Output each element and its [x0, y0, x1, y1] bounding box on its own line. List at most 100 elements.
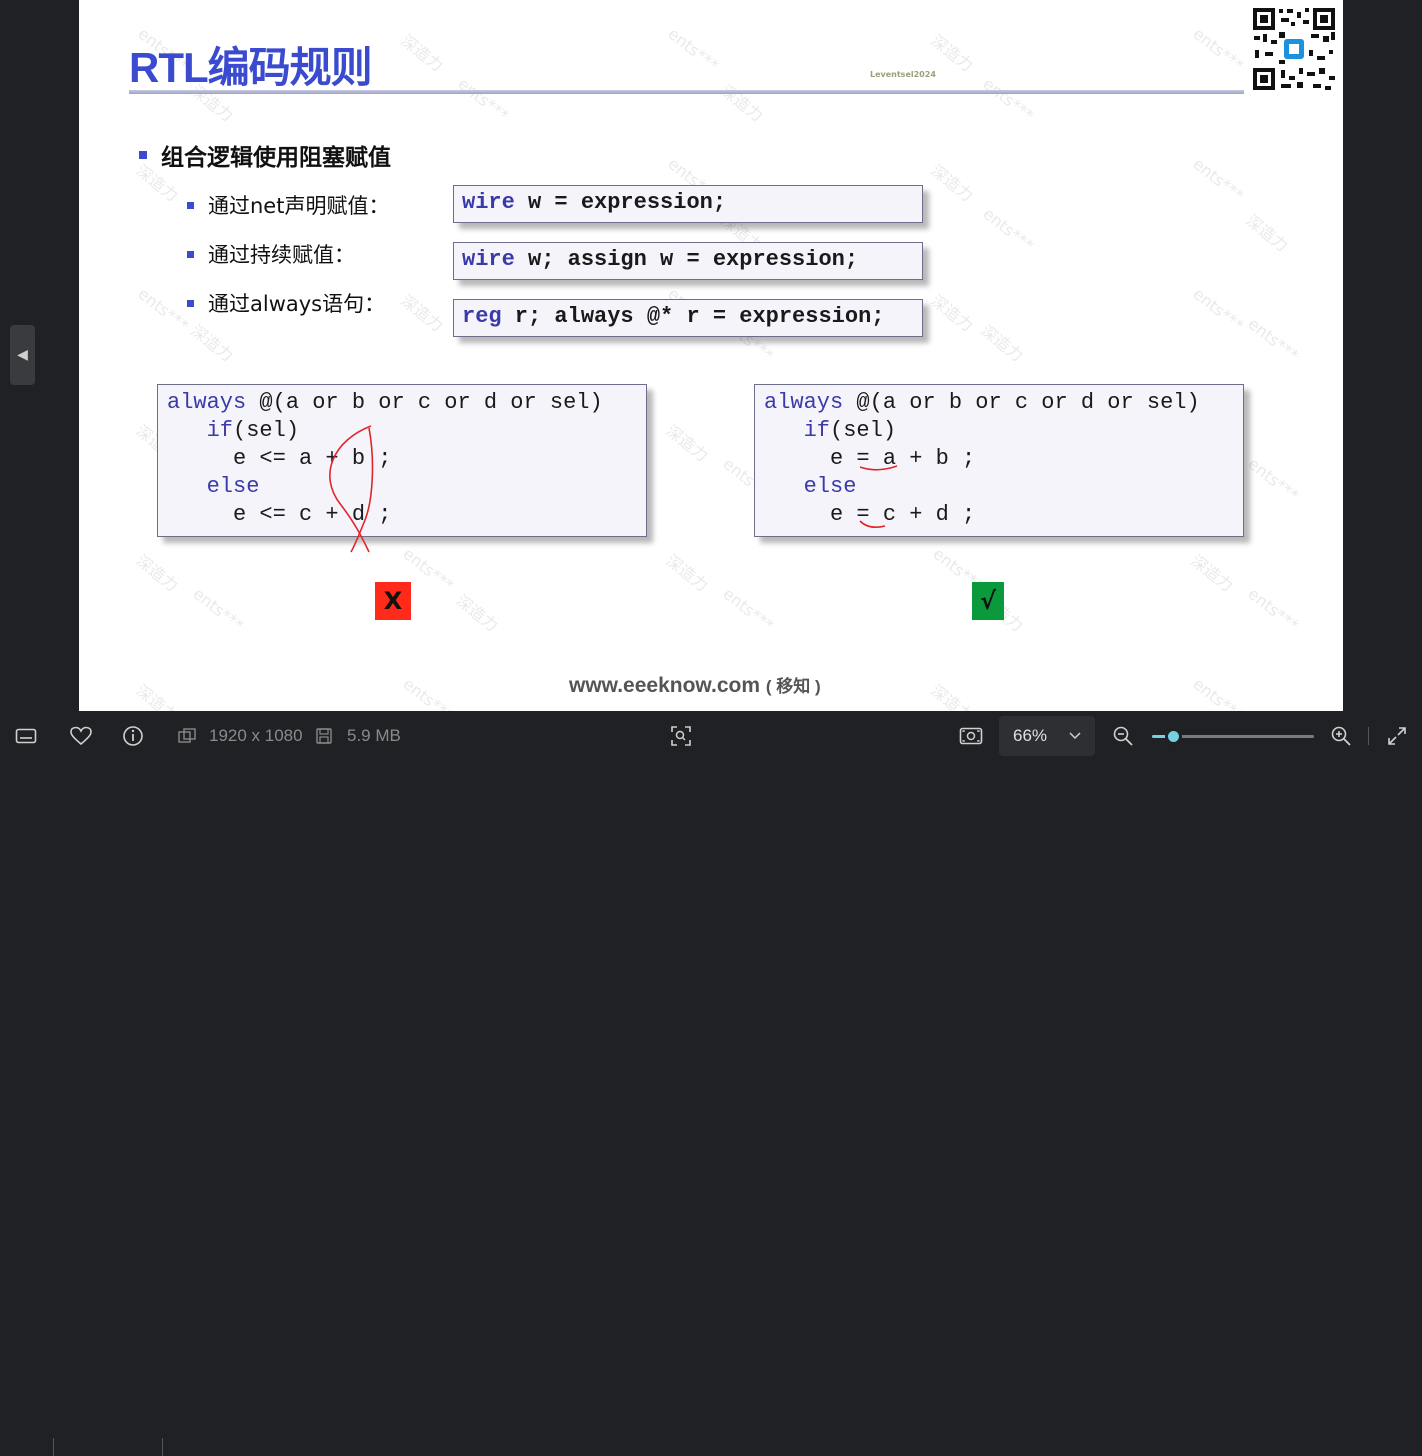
- code-keyword: if: [803, 418, 831, 443]
- favorite-button[interactable]: [70, 726, 92, 746]
- watermark-text: ents***: [1189, 283, 1248, 336]
- fullscreen-button[interactable]: [1387, 726, 1407, 746]
- right-mark: √: [972, 582, 1004, 620]
- watermark-text: 深造力: [187, 320, 237, 366]
- scan-icon: [671, 726, 691, 746]
- bullet-square-icon: [187, 299, 194, 307]
- title-rule: [129, 90, 1244, 94]
- filmstrip-icon: [15, 728, 37, 744]
- wrong-mark: X: [375, 582, 411, 620]
- zoom-out-button[interactable]: [1113, 726, 1133, 746]
- toolbar-divider: [53, 1438, 54, 1456]
- zoom-slider-thumb[interactable]: [1165, 728, 1183, 745]
- watermark-text: ents***: [189, 583, 248, 636]
- slide-title: RTL编码规则: [129, 44, 373, 91]
- watermark-text: ents***: [979, 203, 1038, 256]
- sub-bullet-text: 通过持续赋值：: [208, 243, 355, 267]
- watermark-text: 深造力: [132, 550, 182, 596]
- image-size-icon: [178, 728, 196, 743]
- watermark-text: ents***: [664, 23, 723, 76]
- watermark-text: 深造力: [397, 290, 447, 336]
- code-line: @(a or b or c or d or sel): [246, 390, 603, 415]
- zoom-in-button[interactable]: [1331, 726, 1351, 746]
- zoom-level-dropdown[interactable]: 66%: [999, 716, 1095, 756]
- watermark-text: ents***: [1244, 313, 1303, 366]
- watermark-text: ents***: [454, 73, 513, 126]
- info-button[interactable]: [122, 725, 144, 747]
- watermark-text: 深造力: [662, 420, 712, 466]
- code-keyword: else: [206, 474, 260, 499]
- previous-image-button[interactable]: ◀: [10, 325, 35, 385]
- save-icon: [316, 728, 332, 744]
- file-size-text: 5.9 MB: [347, 726, 401, 745]
- watermark-text: 深造力: [1187, 550, 1237, 596]
- file-size: 5.9 MB: [316, 726, 401, 746]
- watermark-text: 深造力: [132, 680, 182, 711]
- code-line: e <= c + d ;: [233, 502, 392, 527]
- watermark-text: 深造力: [397, 30, 447, 76]
- watermark-text: ents***: [1244, 583, 1303, 636]
- code-continuous-assign: wire w; assign w = expression;: [453, 242, 923, 280]
- watermark-text: 深造力: [927, 160, 977, 206]
- bullet-square-icon: [187, 250, 194, 258]
- image-dimensions: 1920 x 1080: [178, 726, 303, 746]
- zoom-out-icon: [1113, 726, 1133, 746]
- fit-screen-button[interactable]: [959, 726, 983, 746]
- expand-icon: [1388, 727, 1406, 745]
- code-line: (sel): [233, 418, 300, 443]
- sub-bullet-text: 通过always语句：: [208, 292, 386, 316]
- watermark-text: ents***: [1189, 23, 1248, 76]
- code-keyword: always: [167, 390, 247, 415]
- watermark-text: ents***: [399, 673, 458, 711]
- code-keyword: else: [803, 474, 857, 499]
- code-line: e <= a + b ;: [233, 446, 392, 471]
- code-line: e = c + d ;: [830, 502, 976, 527]
- watermark-text: 深造力: [927, 290, 977, 336]
- main-bullet: 组合逻辑使用阻塞赋值: [139, 138, 391, 172]
- footer-cn-text: ( 移知 ): [765, 677, 821, 696]
- heart-icon: [70, 726, 92, 746]
- toolbar-divider: [162, 1438, 163, 1456]
- sub-bullet-net: 通过net声明赋值：: [187, 190, 389, 220]
- code-example-wrong: always @(a or b or c or d or sel) if(sel…: [157, 384, 647, 537]
- watermark-text: ents***: [134, 283, 193, 336]
- screen-icon: [959, 727, 983, 745]
- sub-bullet-always: 通过always语句：: [187, 288, 385, 318]
- tiny-author-mark: Leventsel2024: [870, 70, 936, 79]
- sub-bullet-assign: 通过持续赋值：: [187, 239, 355, 269]
- code-example-right: always @(a or b or c or d or sel) if(sel…: [754, 384, 1244, 537]
- watermark-text: 深造力: [1242, 210, 1292, 256]
- bullet-square-icon: [139, 151, 147, 159]
- main-bullet-text: 组合逻辑使用阻塞赋值: [161, 145, 391, 171]
- watermark-text: 深造力: [927, 680, 977, 711]
- watermark-text: ents***: [719, 583, 778, 636]
- code-always-statement: reg r; always @* r = expression;: [453, 299, 923, 337]
- watermark-text: ents***: [1189, 673, 1248, 711]
- info-icon: [123, 726, 143, 746]
- toolbar-divider: [1368, 727, 1369, 745]
- watermark-text: 深造力: [452, 590, 502, 636]
- zoom-in-icon: [1331, 726, 1351, 746]
- zoom-slider[interactable]: [1152, 728, 1314, 745]
- dimensions-text: 1920 x 1080: [209, 726, 303, 745]
- watermark-text: ents***: [979, 73, 1038, 126]
- watermark-text: ents***: [1189, 153, 1248, 206]
- watermark-text: 深造力: [977, 320, 1027, 366]
- watermark-text: 深造力: [662, 550, 712, 596]
- code-text: w = expression;: [514, 190, 727, 215]
- filmstrip-button[interactable]: [15, 727, 37, 745]
- code-text: r; always @* r = expression;: [501, 304, 885, 329]
- qr-code-icon: [1251, 6, 1337, 92]
- slide-canvas: ents*** 深造力 ents*** 深造力 ents*** 深造力 ents*** 深造力…: [79, 0, 1343, 711]
- code-line: @(a or b or c or d or sel): [843, 390, 1200, 415]
- bullet-square-icon: [187, 201, 194, 209]
- watermark-text: ents***: [1244, 453, 1303, 506]
- watermark-text: 深造力: [927, 30, 977, 76]
- code-keyword: always: [764, 390, 844, 415]
- visual-search-button[interactable]: [670, 725, 692, 747]
- code-keyword: reg: [462, 304, 502, 329]
- code-text: w; assign w = expression;: [514, 247, 859, 272]
- code-keyword: if: [206, 418, 234, 443]
- watermark-text: 深造力: [717, 80, 767, 126]
- code-line: (sel): [830, 418, 897, 443]
